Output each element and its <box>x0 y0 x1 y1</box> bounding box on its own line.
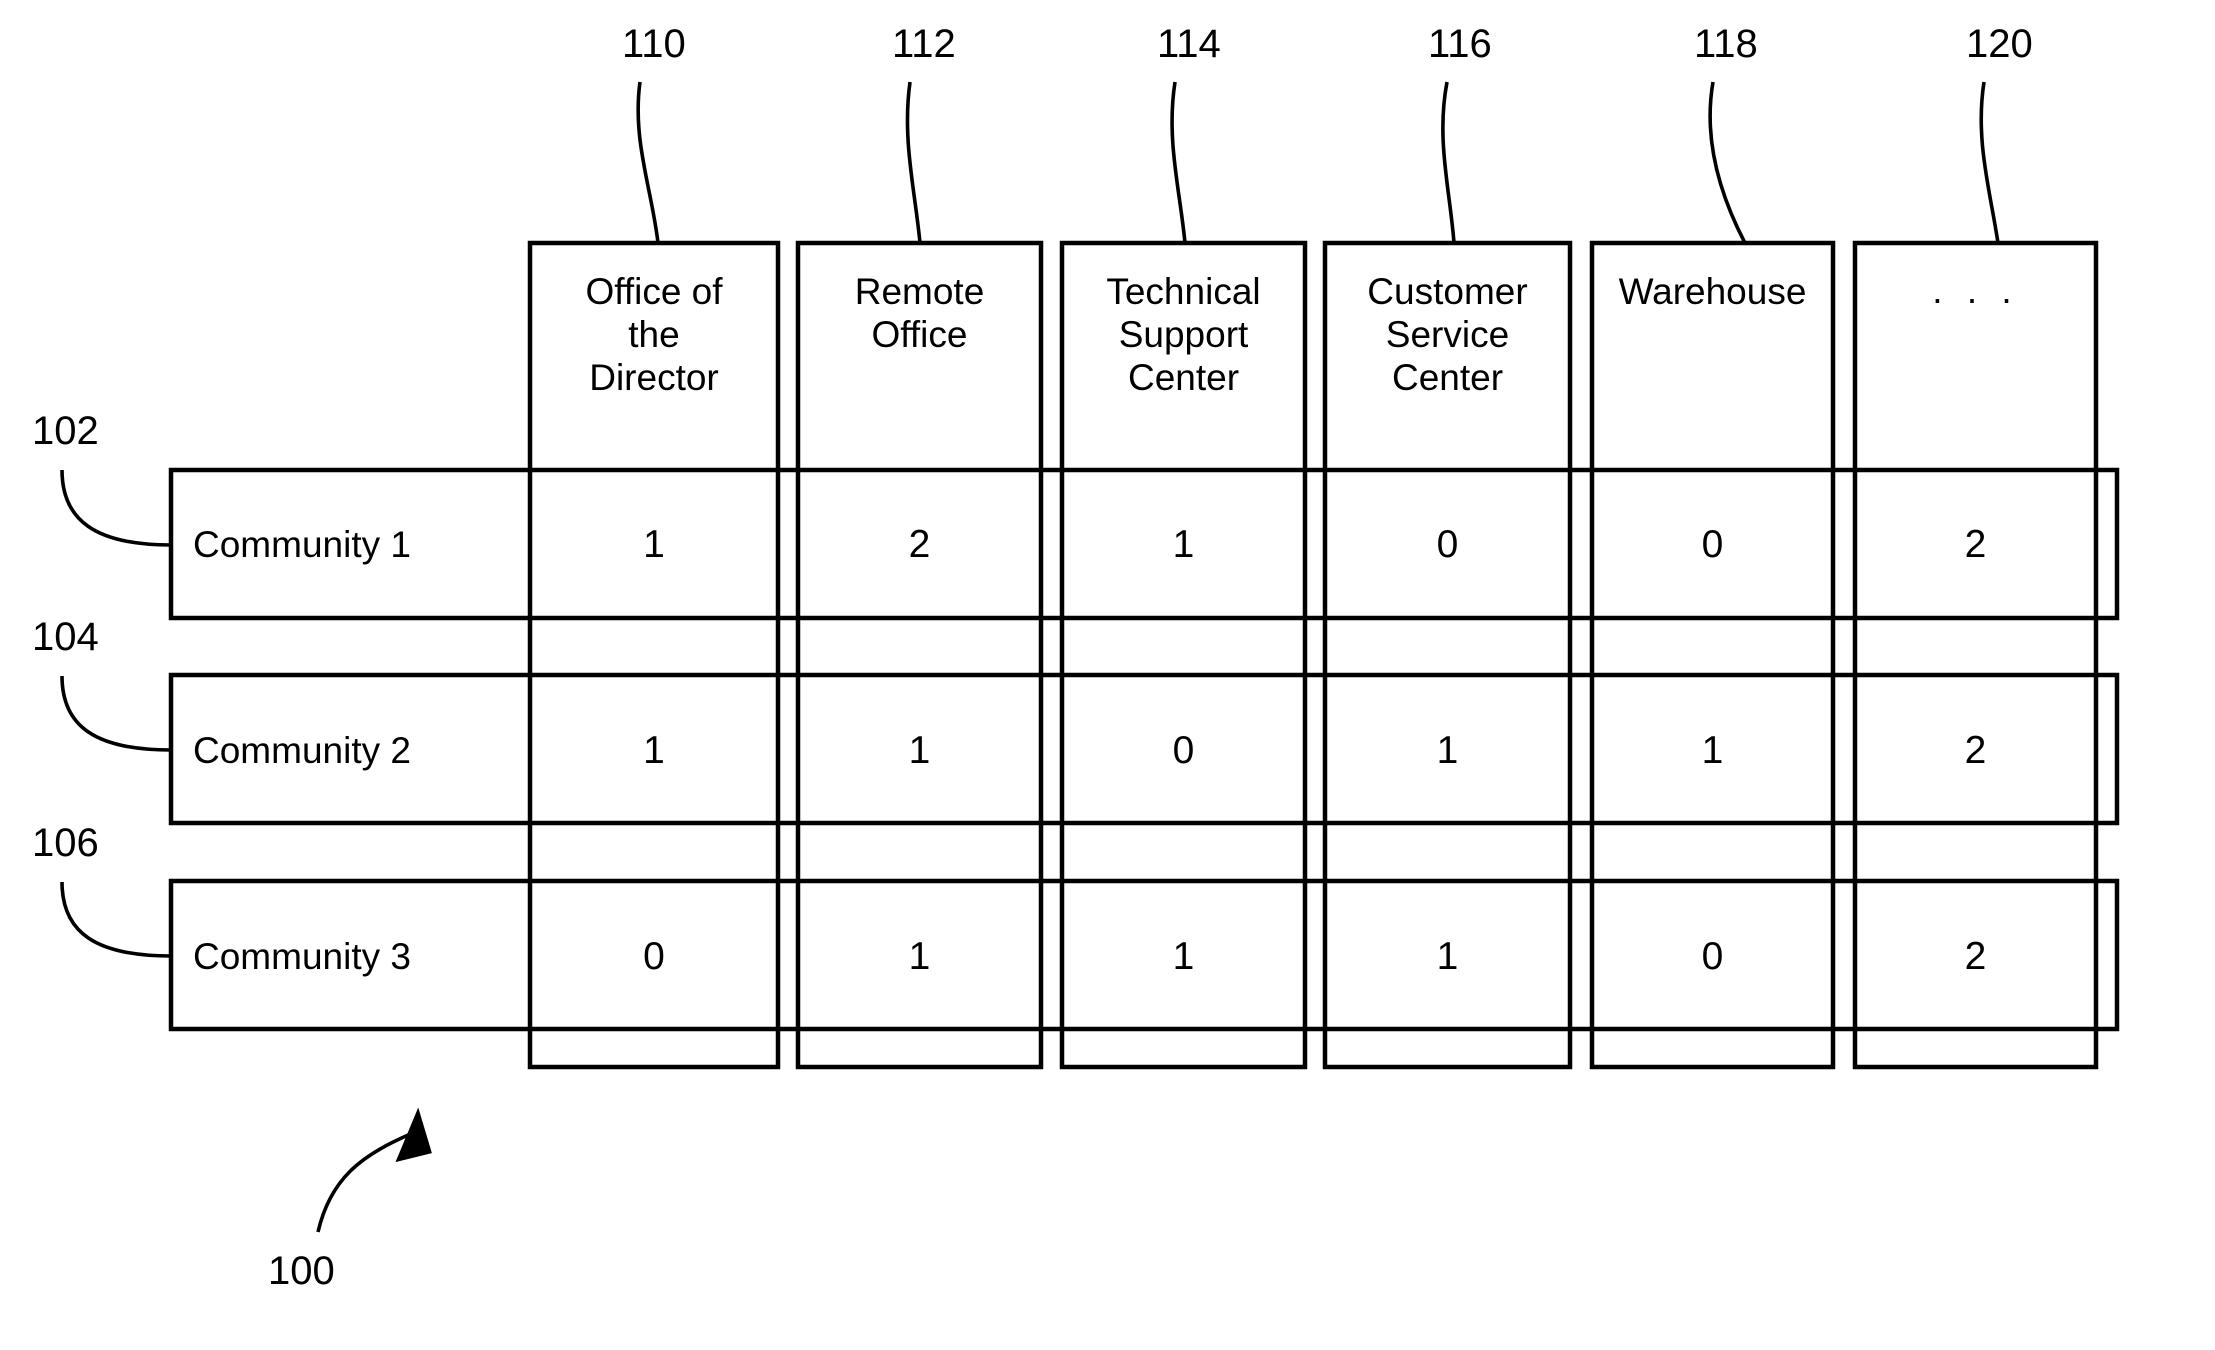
cell-r3c1: 0 <box>643 935 665 978</box>
leader-line-106 <box>60 881 172 958</box>
cell-r1c2: 2 <box>908 523 931 566</box>
row-ref-104: 104 <box>32 615 99 659</box>
cell-r2c4: 1 <box>1436 729 1459 772</box>
column-header-customer-service-center: Customer Service Center <box>1367 271 1528 398</box>
column-header-remote-office: Remote Office <box>854 271 985 355</box>
leader-line-110 <box>636 81 660 244</box>
cell-r1c1: 1 <box>643 523 665 566</box>
cell-r3c5: 0 <box>1701 935 1724 978</box>
patent-figure: 110 112 114 116 118 120 102 104 106 100 … <box>0 0 2215 1350</box>
row-label-community-3: Community 3 <box>193 936 411 977</box>
cell-r1c3: 1 <box>1172 523 1195 566</box>
leader-line-116 <box>1441 81 1456 244</box>
column-ref-120: 120 <box>1966 22 2033 66</box>
cell-r2c1: 1 <box>643 729 665 772</box>
figure-line-art <box>60 81 2120 1233</box>
cell-r3c6: 2 <box>1964 935 1987 978</box>
cell-r1c4: 0 <box>1436 523 1459 566</box>
cell-r1c5: 0 <box>1701 523 1724 566</box>
cell-r2c6: 2 <box>1964 729 1987 772</box>
leader-line-104 <box>60 675 172 752</box>
row-label-community-1: Community 1 <box>193 524 411 565</box>
cell-r1c6: 2 <box>1964 523 1987 566</box>
row-ref-102: 102 <box>32 409 99 453</box>
leader-line-100 <box>316 1131 414 1233</box>
column-header-office-of-the-director: Office of the Director <box>585 271 723 398</box>
column-header-warehouse: Warehouse <box>1618 271 1807 312</box>
row-label-community-2: Community 2 <box>193 730 411 771</box>
column-ref-114: 114 <box>1157 22 1221 66</box>
cell-r3c3: 1 <box>1172 935 1195 978</box>
cell-r2c5: 1 <box>1701 729 1724 772</box>
column-header-ellipsis: . . . <box>1932 270 2019 311</box>
column-header-technical-support-center: Technical Support Center <box>1106 271 1261 398</box>
column-ref-116: 116 <box>1428 22 1492 66</box>
figure-ref-100: 100 <box>268 1249 335 1293</box>
cell-r2c2: 1 <box>908 729 931 772</box>
leader-line-114 <box>1170 81 1187 244</box>
column-ref-110: 110 <box>622 22 686 66</box>
row-ref-106: 106 <box>32 821 99 865</box>
column-ref-112: 112 <box>892 22 956 66</box>
leader-line-112 <box>905 81 922 244</box>
cell-r3c2: 1 <box>908 935 931 978</box>
column-ref-118: 118 <box>1694 22 1758 66</box>
cell-r2c3: 0 <box>1172 729 1195 772</box>
leader-line-120 <box>1979 81 2000 244</box>
leader-line-118 <box>1708 81 1747 244</box>
cell-r3c4: 1 <box>1436 935 1459 978</box>
leader-line-102 <box>60 469 172 547</box>
